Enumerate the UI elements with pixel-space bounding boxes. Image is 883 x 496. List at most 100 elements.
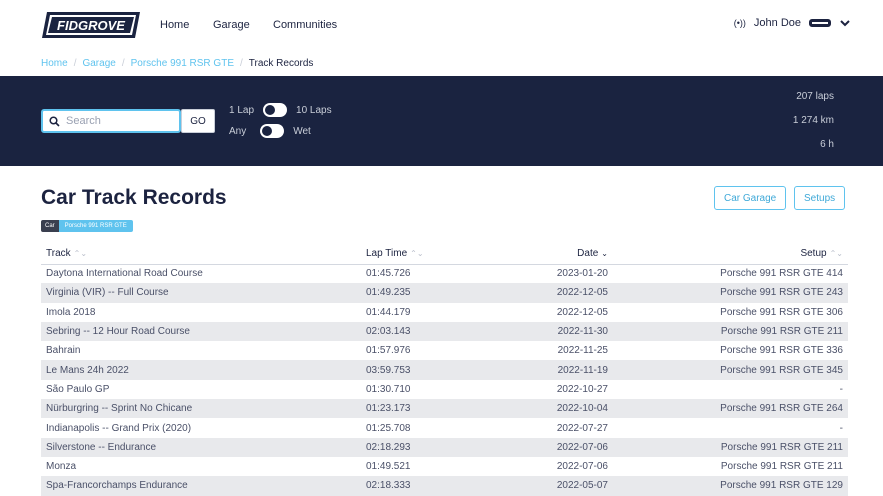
go-button[interactable]: GO [181,109,215,133]
cell-setup: Porsche 991 RSR GTE 414 [613,264,848,284]
cell-date: 2022-11-25 [481,341,613,361]
breadcrumb-separator: / [121,58,125,69]
sort-icon[interactable]: ⌃⌄ [410,249,423,258]
car-icon [809,19,831,27]
cell-lap-time: 02:18.293 [361,437,481,457]
cell-lap-time: 01:23.173 [361,399,481,419]
user-menu[interactable]: (•)) John Doe [734,17,851,29]
cell-lap-time: 01:30.710 [361,379,481,400]
car-garage-button[interactable]: Car Garage [714,186,787,210]
user-name: John Doe [753,17,801,29]
table-row[interactable]: Imola 2018 01:44.179 2022-12-05 Porsche 991… [41,302,848,322]
page-title: Car Track Records [41,186,227,209]
cell-date: 2022-11-30 [481,321,613,342]
chevron-down-icon[interactable] [839,18,851,28]
car-filter-chip[interactable]: Car Porsche 991 RSR GTE [41,220,133,232]
header-date[interactable]: Date ⌄ [481,244,613,265]
toggle-laps-right-label: 10 Laps [296,104,332,116]
stat-time: 6 h [820,139,834,150]
table-row[interactable]: Sebring -- 12 Hour Road Course 02:03.143 2… [41,321,848,342]
cell-setup: Porsche 991 RSR GTE 211 [613,456,848,477]
table-row[interactable]: Spa-Francorchamps Endurance 02:18.333 2022… [41,476,848,496]
cell-setup: - [613,379,848,400]
cell-setup: Porsche 991 RSR GTE 306 [613,302,848,322]
cell-lap-time: 03:59.753 [361,360,481,380]
toggle-weather-left-label: Any [229,125,247,137]
table-row[interactable]: Virginia (VIR) -- Full Course 01:49.235 20… [41,283,848,303]
cell-date: 2022-11-19 [481,360,613,380]
table-row[interactable]: Nürburgring -- Sprint No Chicane 01:23.17… [41,399,848,419]
cell-track: Daytona International Road Course [41,264,361,284]
cell-date: 2023-01-20 [481,264,613,284]
cell-date: 2022-07-06 [481,456,613,477]
cell-setup: Porsche 991 RSR GTE 264 [613,399,848,419]
search-icon [49,115,60,127]
cell-date: 2022-10-27 [481,379,613,400]
table-row[interactable]: Silverstone -- Endurance 02:18.293 2022-07… [41,437,848,457]
cell-lap-time: 01:45.726 [361,264,481,284]
breadcrumb-home[interactable]: Home [41,58,68,69]
cell-date: 2022-05-07 [481,476,613,496]
laps-toggle[interactable] [263,103,288,117]
cell-track: Sebring -- 12 Hour Road Course [41,321,361,342]
stat-distance: 1 274 km [792,115,834,126]
cell-track: Imola 2018 [41,302,361,322]
sort-icon[interactable]: ⌃⌄ [830,249,843,258]
cell-setup: Porsche 991 RSR GTE 336 [613,341,848,361]
nav-home-link[interactable]: Home [160,19,189,31]
cell-track: Spa-Francorchamps Endurance [41,476,361,496]
cell-lap-time: 01:49.521 [361,456,481,477]
table-row[interactable]: Monza 01:49.521 2022-07-06 Porsche 991 RSR … [41,456,848,477]
toggle-laps-left-label: 1 Lap [229,104,255,116]
cell-date: 2022-07-27 [481,418,613,438]
search-box[interactable] [41,109,181,133]
cell-setup: Porsche 991 RSR GTE 129 [613,476,848,496]
table-row[interactable]: Le Mans 24h 2022 03:59.753 2022-11-19 Porsc… [41,360,848,380]
cell-date: 2022-07-06 [481,437,613,457]
weather-toggle[interactable] [260,124,285,138]
toggle-weather-right-label: Wet [293,125,311,137]
table-row[interactable]: São Paulo GP 01:30.710 2022-10-27- [41,379,848,400]
cell-setup: Porsche 991 RSR GTE 211 [613,321,848,342]
nav-communities-link[interactable]: Communities [273,19,337,31]
breadcrumb-garage[interactable]: Garage [82,58,115,69]
cell-lap-time: 01:49.235 [361,283,481,303]
cell-track: Virginia (VIR) -- Full Course [41,283,361,303]
table-row[interactable]: Indianapolis -- Grand Prix (2020) 01:25.7… [41,418,848,438]
nav-garage-link[interactable]: Garage [213,19,250,31]
cell-track: Monza [41,456,361,477]
chip-value: Porsche 991 RSR GTE [58,220,133,232]
setups-button[interactable]: Setups [794,186,846,210]
cell-date: 2022-12-05 [481,283,613,303]
breadcrumb: Home / Garage / Porsche 991 RSR GTE / Tr… [41,58,313,69]
cell-setup: - [613,418,848,438]
sort-icon[interactable]: ⌄ [601,249,608,258]
cell-setup: Porsche 991 RSR GTE 345 [613,360,848,380]
cell-track: Indianapolis -- Grand Prix (2020) [41,418,361,438]
laps-toggle-row: 1 Lap 10 Laps [229,103,332,117]
top-navigation: FIDGROVE Home Garage Communities (•)) Jo… [0,0,883,50]
header-setup[interactable]: Setup ⌃⌄ [613,244,848,265]
fidgrove-logo[interactable]: FIDGROVE [41,11,141,39]
cell-track: Bahrain [41,341,361,361]
header-lap-time[interactable]: Lap Time ⌃⌄ [361,244,481,265]
table-row[interactable]: Daytona International Road Course 01:45.7… [41,264,848,284]
cell-lap-time: 02:03.143 [361,321,481,342]
cell-lap-time: 01:44.179 [361,302,481,322]
cell-lap-time: 02:18.333 [361,476,481,496]
chip-key: Car [41,220,59,232]
search-input[interactable] [66,115,176,127]
weather-toggle-row: Any Wet [229,124,311,138]
cell-date: 2022-10-04 [481,399,613,419]
table-row[interactable]: Bahrain 01:57.976 2022-11-25 Porsche 991 RS… [41,341,848,361]
cell-track: Nürburgring -- Sprint No Chicane [41,399,361,419]
header-track[interactable]: Track ⌃⌄ [41,244,361,265]
breadcrumb-separator: / [239,58,243,69]
cell-track: São Paulo GP [41,379,361,400]
cell-date: 2022-12-05 [481,302,613,322]
breadcrumb-car[interactable]: Porsche 991 RSR GTE [131,58,234,69]
records-table: Track ⌃⌄ Lap Time ⌃⌄ Date ⌄ Setup ⌃⌄ Daytona… [41,244,848,496]
sort-icon[interactable]: ⌃⌄ [74,249,87,258]
table-header-row: Track ⌃⌄ Lap Time ⌃⌄ Date ⌄ Setup ⌃⌄ [41,244,848,265]
cell-lap-time: 01:57.976 [361,341,481,361]
